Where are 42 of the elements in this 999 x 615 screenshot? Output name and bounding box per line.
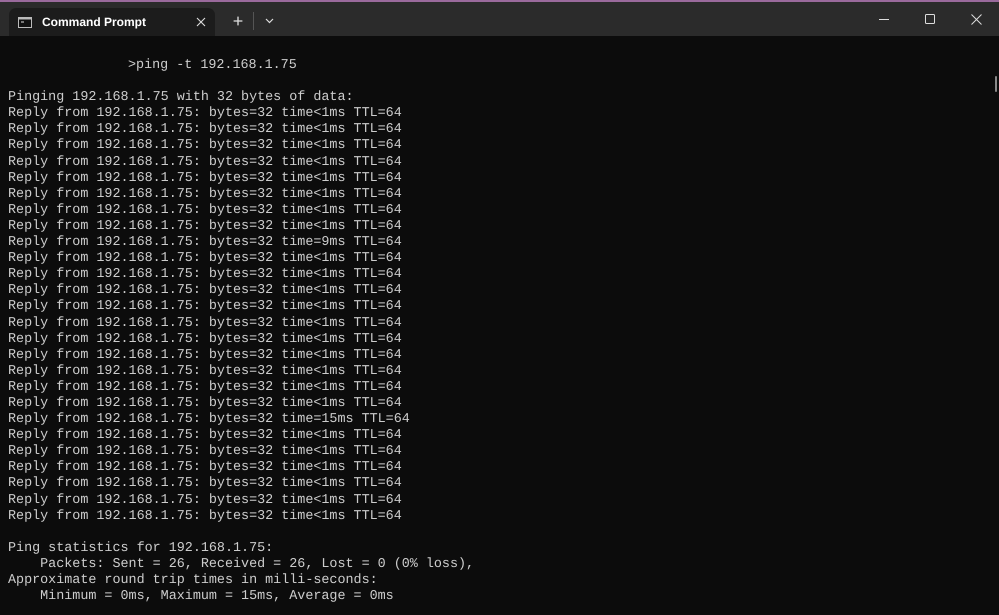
output-line: Reply from 192.168.1.75: bytes=32 time<1ms TTL=64 <box>8 460 402 476</box>
close-icon <box>970 14 982 24</box>
output-line: Reply from 192.168.1.75: bytes=32 time<1ms TTL=64 <box>8 283 402 299</box>
terminal-icon <box>18 16 32 28</box>
output-line: Packets: Sent = 26, Received = 26, Lost = 0 (0% loss), <box>39 556 474 573</box>
scrollbar[interactable] <box>995 76 997 92</box>
output-line: Reply from 192.168.1.75: bytes=32 time<1ms TTL=64 <box>8 218 402 235</box>
output-line: Pinging 192.168.1.75 with 32 bytes of data: <box>8 90 354 106</box>
output-line: Reply from 192.168.1.75: bytes=32 time<1ms TTL=64 <box>8 476 402 493</box>
close-icon[interactable] <box>196 17 206 27</box>
tab[interactable]: Command Prompt <box>9 8 215 36</box>
chevron-down-icon <box>264 18 274 24</box>
output-line: Reply from 192.168.1.75: bytes=32 time<1ms TTL=64 <box>8 444 402 460</box>
new-tab-button[interactable]: + <box>227 10 249 32</box>
output-line: Reply from 192.168.1.75: bytes=32 time<1ms TTL=64 <box>8 332 402 348</box>
tab-title: Command Prompt <box>42 14 148 31</box>
output-line: Reply from 192.168.1.75: bytes=32 time<1ms TTL=64 <box>8 170 402 187</box>
output-line: Reply from 192.168.1.75: bytes=32 time<1ms TTL=64 <box>8 492 402 509</box>
output-line: Reply from 192.168.1.75: bytes=32 time<1ms TTL=64 <box>8 428 402 444</box>
output-line: Reply from 192.168.1.75: bytes=32 time<1ms TTL=64 <box>8 380 402 396</box>
command-line: >ping -t 192.168.1.75 <box>127 58 297 74</box>
output-line: Reply from 192.168.1.75: bytes=32 time<1ms TTL=64 <box>8 316 402 332</box>
output-line: Reply from 192.168.1.75: bytes=32 time<1ms TTL=64 <box>8 299 402 316</box>
output-line: Minimum = 0ms, Maximum = 15ms, Average = 0ms <box>39 589 394 606</box>
output-line: Reply from 192.168.1.75: bytes=32 time=9ms TTL=64 <box>8 235 402 251</box>
output-line: Reply from 192.168.1.75: bytes=32 time<1ms TTL=64 <box>8 202 402 219</box>
output-line: Ping statistics for 192.168.1.75: <box>8 540 274 557</box>
output-line: Reply from 192.168.1.75: bytes=32 time<1ms TTL=64 <box>8 106 402 122</box>
output-line: Reply from 192.168.1.75: bytes=32 time<1ms TTL=64 <box>8 154 402 171</box>
output-line: Reply from 192.168.1.75: bytes=32 time<1ms TTL=64 <box>8 267 402 283</box>
output-line: Reply from 192.168.1.75: bytes=32 time=15ms TTL=64 <box>8 412 410 428</box>
output-line: Reply from 192.168.1.75: bytes=32 time<1ms TTL=64 <box>8 364 402 380</box>
output-line: Approximate round trip times in milli-seconds: <box>8 573 378 589</box>
output-line: Reply from 192.168.1.75: bytes=32 time<1ms TTL=64 <box>8 138 402 155</box>
minimize-icon <box>879 18 889 20</box>
output-line: Reply from 192.168.1.75: bytes=32 time<1ms TTL=64 <box>8 348 402 364</box>
output-line: Reply from 192.168.1.75: bytes=32 time<1ms TTL=64 <box>8 122 402 138</box>
output-line: Reply from 192.168.1.75: bytes=32 time<1ms TTL=64 <box>8 396 402 412</box>
maximize-icon <box>925 14 935 24</box>
output-line: Reply from 192.168.1.75: bytes=32 time<1ms TTL=64 <box>8 508 402 525</box>
output-line: Reply from 192.168.1.75: bytes=32 time<1ms TTL=64 <box>8 251 402 267</box>
output-line: Reply from 192.168.1.75: bytes=32 time<1ms TTL=64 <box>8 186 402 203</box>
